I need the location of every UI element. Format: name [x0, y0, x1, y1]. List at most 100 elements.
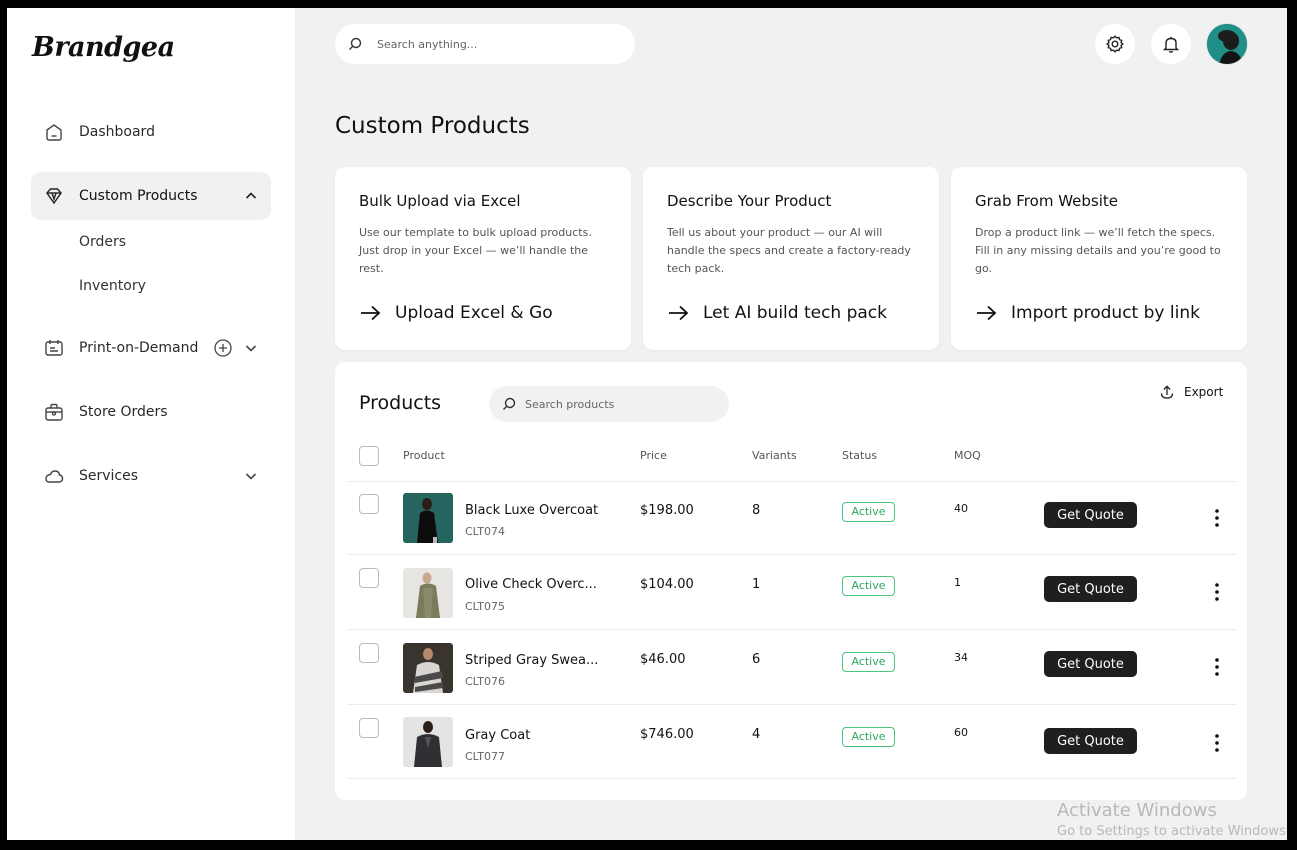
card-title: Bulk Upload via Excel [359, 192, 521, 210]
chevron-up-icon[interactable] [243, 188, 259, 204]
more-options-icon[interactable] [1211, 582, 1223, 602]
more-options-icon[interactable] [1211, 508, 1223, 528]
home-icon [46, 124, 62, 141]
more-options-icon[interactable] [1211, 657, 1223, 677]
card-description: Use our template to bulk upload products… [359, 226, 592, 275]
products-panel: Products Export Product Price Variants S… [335, 362, 1247, 800]
diamond-icon [46, 188, 62, 205]
notifications-button[interactable] [1151, 24, 1191, 64]
product-name[interactable]: Gray Coat [465, 728, 530, 743]
more-options-icon[interactable] [1211, 733, 1223, 753]
card-action-label: Let AI build tech pack [703, 303, 888, 323]
select-all-checkbox[interactable] [359, 446, 379, 466]
row-checkbox[interactable] [359, 494, 379, 514]
chevron-down-icon[interactable] [243, 468, 259, 484]
search-icon [349, 37, 362, 50]
product-price: $46.00 [640, 652, 686, 667]
product-thumbnail[interactable] [403, 493, 453, 543]
product-sku: CLT074 [465, 525, 506, 538]
activate-windows-subtitle: Go to Settings to activate Windows. [1057, 824, 1287, 839]
get-quote-button[interactable]: Get Quote [1044, 728, 1137, 754]
product-price: $746.00 [640, 727, 694, 742]
product-image [403, 568, 453, 618]
avatar-photo [1207, 24, 1247, 64]
table-row[interactable]: Olive Check Overc... CLT075 $104.00 1 Ac… [347, 555, 1236, 630]
product-variants: 1 [752, 577, 761, 592]
search-icon [503, 397, 516, 410]
product-moq: 40 [954, 502, 968, 515]
product-moq: 34 [954, 651, 968, 664]
row-checkbox[interactable] [359, 568, 379, 588]
global-search [335, 24, 635, 64]
column-header-variants: Variants [752, 449, 797, 462]
add-circle-icon[interactable] [213, 338, 233, 358]
upload-excel-link[interactable]: Upload Excel & Go [359, 303, 553, 323]
status-badge: Active [842, 576, 895, 596]
export-label: Export [1184, 385, 1224, 399]
sidebar-item-dashboard[interactable]: Dashboard [31, 108, 271, 156]
product-moq: 1 [954, 576, 961, 589]
products-search-input[interactable] [525, 395, 715, 413]
products-title: Products [359, 392, 442, 414]
upload-icon [1160, 385, 1174, 399]
settings-button[interactable] [1095, 24, 1135, 64]
ai-tech-pack-link[interactable]: Let AI build tech pack [667, 303, 887, 323]
card-description: Drop a product link — we’ll fetch the sp… [975, 226, 1221, 275]
get-quote-button[interactable]: Get Quote [1044, 576, 1137, 602]
column-header-moq: MOQ [954, 449, 981, 462]
sidebar: Brandgea Dashboard Custom Products Order… [7, 8, 295, 840]
product-image [403, 717, 453, 767]
sidebar-item-print-on-demand[interactable]: Print-on-Demand [31, 324, 271, 372]
product-name[interactable]: Striped Gray Swea... [465, 653, 598, 668]
product-sku: CLT076 [465, 675, 506, 688]
table-row[interactable]: Black Luxe Overcoat CLT074 $198.00 8 Act… [347, 481, 1236, 555]
sidebar-subitem-inventory[interactable]: Inventory [79, 278, 146, 294]
product-thumbnail[interactable] [403, 717, 453, 767]
activate-windows-title: Activate Windows [1057, 800, 1217, 821]
column-header-status: Status [842, 449, 878, 462]
sidebar-subitem-orders[interactable]: Orders [79, 234, 126, 250]
import-by-link[interactable]: Import product by link [975, 303, 1200, 323]
sidebar-item-services[interactable]: Services [31, 452, 271, 500]
product-image [403, 643, 453, 693]
table-row[interactable]: Striped Gray Swea... CLT076 $46.00 6 Act… [347, 630, 1236, 705]
row-checkbox[interactable] [359, 643, 379, 663]
product-variants: 8 [752, 503, 761, 518]
sidebar-item-custom-products[interactable]: Custom Products [31, 172, 271, 220]
bell-icon [1162, 36, 1180, 53]
card-grab-from-website: Grab From Website Drop a product link — … [951, 167, 1247, 350]
product-thumbnail[interactable] [403, 568, 453, 618]
card-title: Describe Your Product [667, 192, 832, 210]
card-bulk-upload: Bulk Upload via Excel Use our template t… [335, 167, 631, 350]
brand-logo[interactable]: Brandgea [32, 32, 175, 63]
product-name[interactable]: Black Luxe Overcoat [465, 503, 598, 518]
product-variants: 4 [752, 727, 761, 742]
product-variants: 6 [752, 652, 761, 667]
status-badge: Active [842, 502, 895, 522]
status-badge: Active [842, 652, 895, 672]
cloud-icon [45, 470, 64, 483]
row-checkbox[interactable] [359, 718, 379, 738]
status-badge: Active [842, 727, 895, 747]
sidebar-item-store-orders[interactable]: Store Orders [31, 388, 271, 436]
card-describe-product: Describe Your Product Tell us about your… [643, 167, 939, 350]
card-title: Grab From Website [975, 192, 1118, 210]
get-quote-button[interactable]: Get Quote [1044, 651, 1137, 677]
chevron-down-icon[interactable] [243, 340, 259, 356]
arrow-right-icon [361, 305, 381, 321]
export-button[interactable]: Export [1159, 384, 1223, 400]
product-image [403, 493, 453, 543]
sidebar-item-label: Services [79, 468, 139, 484]
user-avatar[interactable] [1206, 23, 1248, 65]
card-action-label: Import product by link [1011, 303, 1200, 323]
product-name[interactable]: Olive Check Overc... [465, 577, 597, 592]
product-thumbnail[interactable] [403, 643, 453, 693]
table-row[interactable]: Gray Coat CLT077 $746.00 4 Active 60 Get… [347, 705, 1236, 779]
search-input[interactable] [377, 34, 617, 54]
sidebar-item-label: Custom Products [79, 188, 198, 204]
bag-icon [45, 403, 63, 421]
product-price: $104.00 [640, 577, 694, 592]
products-search [489, 386, 729, 422]
product-sku: CLT077 [465, 750, 506, 763]
get-quote-button[interactable]: Get Quote [1044, 502, 1137, 528]
